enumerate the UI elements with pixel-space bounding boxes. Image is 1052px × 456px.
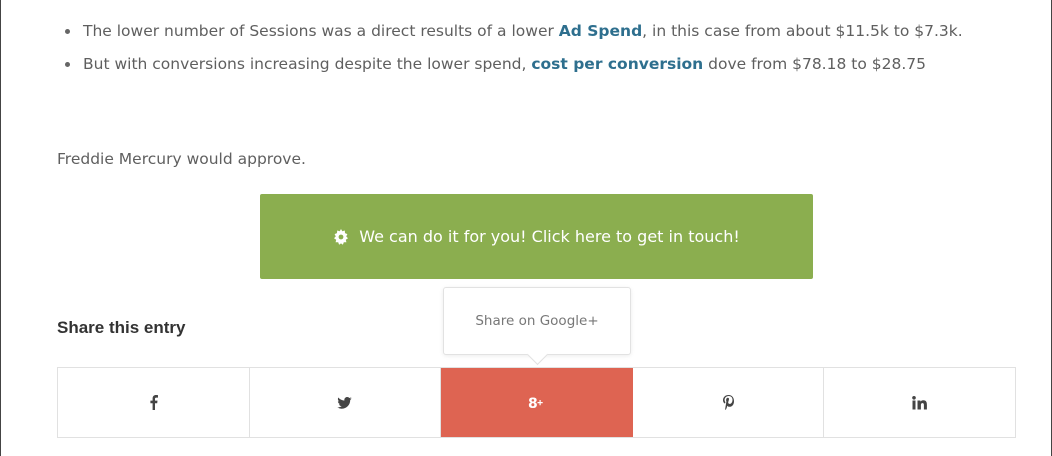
cta-label: We can do it for you! Click here to get … bbox=[359, 227, 740, 246]
closing-paragraph: Freddie Mercury would approve. bbox=[57, 150, 306, 168]
ad-spend-link[interactable]: Ad Spend bbox=[559, 22, 642, 40]
pinterest-icon bbox=[722, 395, 734, 410]
share-linkedin-button[interactable] bbox=[824, 368, 1015, 437]
share-bar: 8 bbox=[57, 367, 1016, 438]
share-facebook-button[interactable] bbox=[58, 368, 250, 437]
list-item: But with conversions increasing despite … bbox=[63, 51, 1013, 77]
twitter-icon bbox=[337, 396, 353, 409]
gear-icon bbox=[334, 228, 349, 245]
share-pinterest-button[interactable] bbox=[633, 368, 825, 437]
bullet-list: The lower number of Sessions was a direc… bbox=[63, 18, 1013, 77]
share-tooltip: Share on Google+ bbox=[443, 287, 631, 355]
contact-cta-button[interactable]: We can do it for you! Click here to get … bbox=[260, 194, 813, 279]
tooltip-text: Share on Google+ bbox=[475, 313, 599, 329]
google-plus-icon: 8 bbox=[528, 396, 543, 410]
list-item: The lower number of Sessions was a direc… bbox=[63, 18, 1013, 44]
bullet-text: The lower number of Sessions was a direc… bbox=[83, 22, 559, 40]
cost-per-conversion-link[interactable]: cost per conversion bbox=[531, 55, 703, 73]
share-title: Share this entry bbox=[57, 318, 186, 337]
bullet-text: But with conversions increasing despite … bbox=[83, 55, 532, 73]
bullet-text: dove from $78.18 to $28.75 bbox=[703, 55, 926, 73]
share-google-plus-button[interactable]: 8 bbox=[441, 368, 633, 437]
share-twitter-button[interactable] bbox=[250, 368, 442, 437]
svg-text:8: 8 bbox=[528, 396, 538, 410]
bullet-text: , in this case from about $11.5k to $7.3… bbox=[642, 22, 963, 40]
facebook-icon bbox=[150, 395, 158, 410]
linkedin-icon bbox=[911, 395, 927, 409]
